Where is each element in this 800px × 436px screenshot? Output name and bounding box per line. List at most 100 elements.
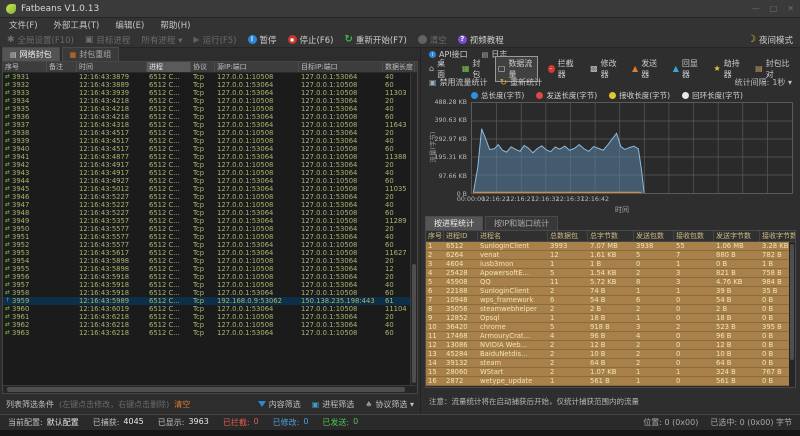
col-time[interactable]: 时间 xyxy=(77,62,147,72)
packet-row[interactable]: ⇄ 3955 12:16:43:5898 6512 C... Tcp 127.0.0.1:… xyxy=(3,265,417,273)
col-index[interactable]: 序号 xyxy=(426,231,444,241)
packet-table-hscrollbar[interactable] xyxy=(3,385,417,393)
legend-received[interactable]: 接收长度(字节) xyxy=(609,90,670,101)
col-src[interactable]: 源IP:端口 xyxy=(215,62,299,72)
packet-row[interactable]: ⇄ 3941 12:16:43:4877 6512 C... Tcp 127.0.0.1:… xyxy=(3,153,417,161)
packet-row[interactable]: ⇄ 3954 12:16:43:5898 6512 C... Tcp 127.0.0.1:… xyxy=(3,257,417,265)
menu-item-help[interactable]: 帮助(H) xyxy=(160,19,190,31)
packet-row[interactable]: ⇄ 3949 12:16:43:5357 6512 C... Tcp 127.0.0.1:… xyxy=(3,217,417,225)
packet-row[interactable]: ⇄ 3963 12:16:43:6218 6512 C... Tcp 127.0.0.1:… xyxy=(3,329,417,337)
disable-stats-button[interactable]: ▣ 禁用流量统计 xyxy=(429,77,488,88)
packet-cell: Tcp xyxy=(193,321,205,329)
vscroll-thumb[interactable] xyxy=(412,264,416,383)
col-pid[interactable]: 进程ID xyxy=(444,231,478,241)
close-button[interactable]: ✕ xyxy=(787,4,794,13)
restart-button[interactable]: ↻ 重新开始(F7) xyxy=(344,34,406,46)
process-filter-button[interactable]: ▣ 进程筛选 xyxy=(312,399,355,410)
tab-packet-reassembly[interactable]: ▦ 封包重组 xyxy=(61,47,120,61)
packet-row[interactable]: ⇄ 3958 12:16:43:5918 6512 C... Tcp 127.0.0.1:… xyxy=(3,289,417,297)
packet-cell: 6512 C... xyxy=(149,209,180,217)
target-process-button[interactable]: ▣ 目标进程 xyxy=(85,34,131,46)
col-process[interactable]: 进程 xyxy=(147,62,191,72)
packet-row[interactable]: ⇄ 3960 12:16:43:6019 6512 C... Tcp 127.0.0.1:… xyxy=(3,305,417,313)
packet-cell: 12:16:43:4218 xyxy=(79,97,130,105)
video-tutorial-button[interactable]: ? 视频教程 xyxy=(457,34,504,46)
stop-button[interactable]: ■ 停止(F6) xyxy=(287,34,333,46)
legend-loopback[interactable]: 回环长度(字节) xyxy=(682,90,743,101)
packet-row[interactable]: ⇄ 3957 12:16:43:5918 6512 C... Tcp 127.0.0.1:… xyxy=(3,281,417,289)
packet-row[interactable]: ⇄ 3962 12:16:43:6218 6512 C... Tcp 127.0.0.1:… xyxy=(3,321,417,329)
col-name[interactable]: 进程名 xyxy=(478,231,548,241)
compare-icon: ▤ xyxy=(755,63,763,73)
menu-item-file[interactable]: 文件(F) xyxy=(9,19,38,31)
col-dst[interactable]: 目标IP:端口 xyxy=(299,62,383,72)
interval-dropdown[interactable]: 统计间隔: 1秒 ▾ xyxy=(735,77,792,88)
packet-row[interactable]: ⇄ 3944 12:16:43:4927 6512 C... Tcp 127.0.0.1:… xyxy=(3,177,417,185)
packet-table-vscrollbar[interactable] xyxy=(410,73,417,385)
content-filter-button[interactable]: 内容筛选 xyxy=(257,399,301,410)
menu-item-external-tools[interactable]: 外部工具(T) xyxy=(54,19,100,31)
packet-row[interactable]: ⇄ 3936 12:16:43:4218 6512 C... Tcp 127.0.0.1:… xyxy=(3,113,417,121)
minimize-button[interactable]: — xyxy=(752,4,760,13)
packet-cell: 127.0.0.1:10508 xyxy=(217,273,274,281)
packet-row[interactable]: ⇄ 3931 12:16:43:3879 6512 C... Tcp 127.0.0.1:… xyxy=(3,73,417,81)
process-scope-dropdown[interactable]: 所有进程 ▾ xyxy=(141,34,182,46)
tab-network-packets[interactable]: ▤ 网络封包 xyxy=(2,47,60,61)
col-note[interactable]: 备注 xyxy=(47,62,77,72)
packet-cell: 127.0.0.1:10508 xyxy=(217,225,274,233)
vscroll-thumb[interactable] xyxy=(790,244,794,360)
col-total-packets[interactable]: 总数据包 xyxy=(548,231,588,241)
process-cell: 39 B xyxy=(716,286,732,295)
packet-cell: 127.0.0.1:10508 xyxy=(217,265,274,273)
col-sent-bytes[interactable]: 发送字节数 xyxy=(714,231,760,241)
packet-cell: 6512 C... xyxy=(149,201,180,209)
packet-row[interactable]: ⇄ 3938 12:16:43:4517 6512 C... Tcp 127.0.0.1:… xyxy=(3,129,417,137)
tab-by-process[interactable]: 按进程统计 xyxy=(425,216,483,230)
packet-row[interactable]: ⇄ 3946 12:16:43:5227 6512 C... Tcp 127.0.0.1:… xyxy=(3,193,417,201)
packet-row[interactable]: ⇄ 3935 12:16:43:4218 6512 C... Tcp 127.0.0.1:… xyxy=(3,105,417,113)
packet-row[interactable]: ⇄ 3939 12:16:43:4517 6512 C... Tcp 127.0.0.1:… xyxy=(3,137,417,145)
packet-row[interactable]: ⇄ 3951 12:16:43:5577 6512 C... Tcp 127.0.0.1:… xyxy=(3,233,417,241)
night-mode-toggle[interactable]: ☽ 夜间模式 xyxy=(747,34,793,46)
packet-row[interactable]: ⇄ 3940 12:16:43:4517 6512 C... Tcp 127.0.0.1:… xyxy=(3,145,417,153)
packet-row[interactable]: ⇄ 3947 12:16:43:5227 6512 C... Tcp 127.0.0.1:… xyxy=(3,201,417,209)
hscroll-thumb[interactable] xyxy=(7,387,405,392)
packet-row[interactable]: ↑ 3959 12:16:43:5989 6512 C... Tcp 192.168.0.… xyxy=(3,297,417,305)
global-settings-button[interactable]: ✱ 全局设置(F10) xyxy=(7,34,74,46)
process-cell: 2 xyxy=(550,367,555,376)
packet-row[interactable]: ⇄ 3950 12:16:43:5577 6512 C... Tcp 127.0.0.1:… xyxy=(3,225,417,233)
packet-row[interactable]: ⇄ 3956 12:16:43:5918 6512 C... Tcp 127.0.0.1:… xyxy=(3,273,417,281)
legend-total[interactable]: 总长度(字节) xyxy=(471,90,524,101)
packet-row[interactable]: ⇄ 3937 12:16:43:4318 6512 C... Tcp 127.0.0.1:… xyxy=(3,121,417,129)
process-table-vscrollbar[interactable] xyxy=(789,242,795,387)
packet-row[interactable]: ⇄ 3953 12:16:43:5617 6512 C... Tcp 127.0.0.1:… xyxy=(3,249,417,257)
clear-button[interactable]: 清空 xyxy=(417,34,447,46)
packet-row[interactable]: ⇄ 3952 12:16:43:5577 6512 C... Tcp 127.0.0.1:… xyxy=(3,241,417,249)
maximize-button[interactable]: □ xyxy=(770,4,778,13)
packet-row[interactable]: ⇄ 3933 12:16:43:3939 6512 C... Tcp 127.0.0.1:… xyxy=(3,89,417,97)
menu-item-edit[interactable]: 编辑(E) xyxy=(115,19,144,31)
packet-row[interactable]: ⇄ 3945 12:16:43:5012 6512 C... Tcp 127.0.0.1:… xyxy=(3,185,417,193)
packet-row[interactable]: ⇄ 3948 12:16:43:5227 6512 C... Tcp 127.0.0.1:… xyxy=(3,209,417,217)
recount-button[interactable]: ↻ 重新统计 xyxy=(500,77,543,88)
col-length[interactable]: 数据长度 xyxy=(383,62,415,72)
process-cell: 15 xyxy=(428,367,437,376)
packet-row[interactable]: ⇄ 3942 12:16:43:4917 6512 C... Tcp 127.0.0.1:… xyxy=(3,161,417,169)
col-total-bytes[interactable]: 总字节数 xyxy=(588,231,634,241)
col-seq[interactable]: 序号 xyxy=(3,62,47,72)
legend-sent[interactable]: 发送长度(字节) xyxy=(536,90,597,101)
protocol-filter-button[interactable]: ♠ 协议筛选 ▾ xyxy=(365,399,414,410)
packet-row[interactable]: ⇄ 3934 12:16:43:4218 6512 C... Tcp 127.0.0.1:… xyxy=(3,97,417,105)
col-recv-packets[interactable]: 接收包数 xyxy=(674,231,714,241)
run-button[interactable]: ▶ 运行(F5) xyxy=(193,34,236,46)
packet-row[interactable]: ⇄ 3961 12:16:43:6218 6512 C... Tcp 127.0.0.1:… xyxy=(3,313,417,321)
packet-row[interactable]: ⇄ 3932 12:16:43:3889 6512 C... Tcp 127.0.0.1:… xyxy=(3,81,417,89)
pause-button[interactable]: ‖ 暂停 xyxy=(247,34,277,46)
tab-by-ip-port[interactable]: 按IP和端口统计 xyxy=(485,216,559,230)
filter-clear-button[interactable]: 清空 xyxy=(174,399,190,410)
packet-row[interactable]: ⇄ 3943 12:16:43:4917 6512 C... Tcp 127.0.0.1:… xyxy=(3,169,417,177)
col-recv-bytes[interactable]: 接收字节数 xyxy=(760,231,795,241)
process-row[interactable]: 16 2872 wetype_update 1 561 B 1 0 561 B0 B xyxy=(426,377,795,386)
col-protocol[interactable]: 协议 xyxy=(191,62,215,72)
col-sent-packets[interactable]: 发送包数 xyxy=(634,231,674,241)
